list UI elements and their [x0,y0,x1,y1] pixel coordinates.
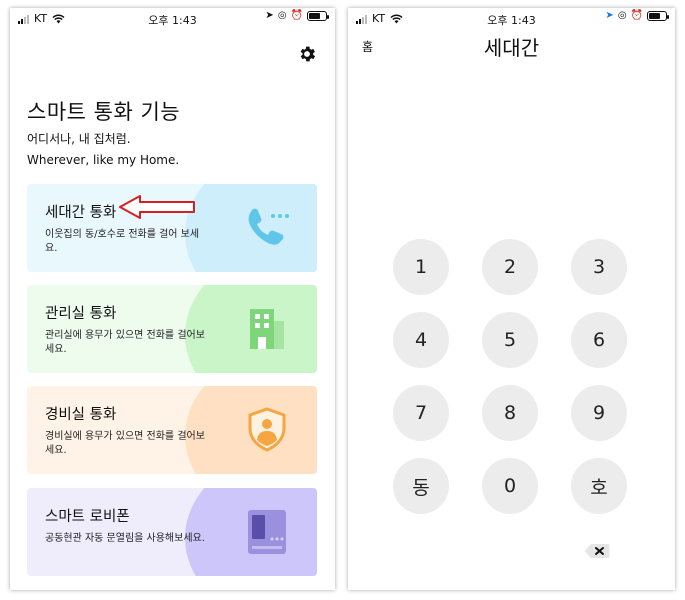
phone-icon [248,208,289,245]
key-ho[interactable]: 호 [571,458,627,514]
lobby-phone-icon [248,510,286,554]
subtitle-korean: 어디서나, 내 집처럼. [27,132,131,146]
key-8[interactable]: 8 [482,385,538,441]
card-description: 경비실에 용무가 있으면 전화를 걸어보세요. [45,431,205,456]
alarm-icon: ⏰ [290,10,303,21]
red-arrow-annotation-icon [119,195,195,219]
key-5[interactable]: 5 [482,312,538,368]
location-icon: ➤ [265,10,274,21]
card-description: 관리실에 용무가 있으면 전화를 걸어보세요. [45,330,205,355]
key-0[interactable]: 0 [482,458,538,514]
left-phone-screen: KT 오후 1:43 ➤ ◎ ⏰ 스마트 통화 기능 어디서나, 내 집처럼. … [10,8,335,590]
alarm-icon: ⏰ [630,10,643,21]
right-phone-screen: KT 오후 1:43 ➤ ◎ ⏰ 홈 세대간 1 2 3 4 5 6 7 8 9… [348,8,675,590]
key-4[interactable]: 4 [393,312,449,368]
page-title: 스마트 통화 기능 [27,100,181,124]
security-office-call-card[interactable]: 경비실 통화 경비실에 용무가 있으면 전화를 걸어보세요. [27,386,317,474]
management-office-call-card[interactable]: 관리실 통화 관리실에 용무가 있으면 전화를 걸어보세요. [27,285,317,373]
key-3[interactable]: 3 [571,239,627,295]
location-icon: ➤ [605,10,614,21]
orientation-lock-icon: ◎ [617,10,627,21]
status-bar: KT 오후 1:43 ➤ ◎ ⏰ [10,8,335,30]
battery-icon [307,11,329,21]
key-9[interactable]: 9 [571,385,627,441]
screen-title: 세대간 [483,36,540,60]
key-6[interactable]: 6 [571,312,627,368]
battery-icon [647,11,669,21]
security-shield-icon [248,407,286,452]
key-7[interactable]: 7 [393,385,449,441]
card-title: 경비실 통화 [45,407,117,423]
gear-icon[interactable] [297,44,317,64]
building-icon [250,309,284,349]
card-title: 스마트 로비폰 [45,509,130,525]
key-1[interactable]: 1 [393,239,449,295]
key-dong[interactable]: 동 [393,458,449,514]
orientation-lock-icon: ◎ [277,10,287,21]
status-bar: KT 오후 1:43 ➤ ◎ ⏰ [348,8,675,30]
card-description: 공동현관 자동 문열림을 사용해보세요. [45,533,205,544]
subtitle-english: Wherever, like my Home. [27,153,180,167]
key-2[interactable]: 2 [482,239,538,295]
card-title: 세대간 통화 [45,205,117,221]
card-title: 관리실 통화 [45,306,117,322]
smart-lobby-phone-card[interactable]: 스마트 로비폰 공동현관 자동 문열림을 사용해보세요. [27,488,317,576]
card-description: 이웃집의 동/호수로 전화를 걸어 보세요. [45,229,200,254]
backspace-icon[interactable] [584,543,610,559]
